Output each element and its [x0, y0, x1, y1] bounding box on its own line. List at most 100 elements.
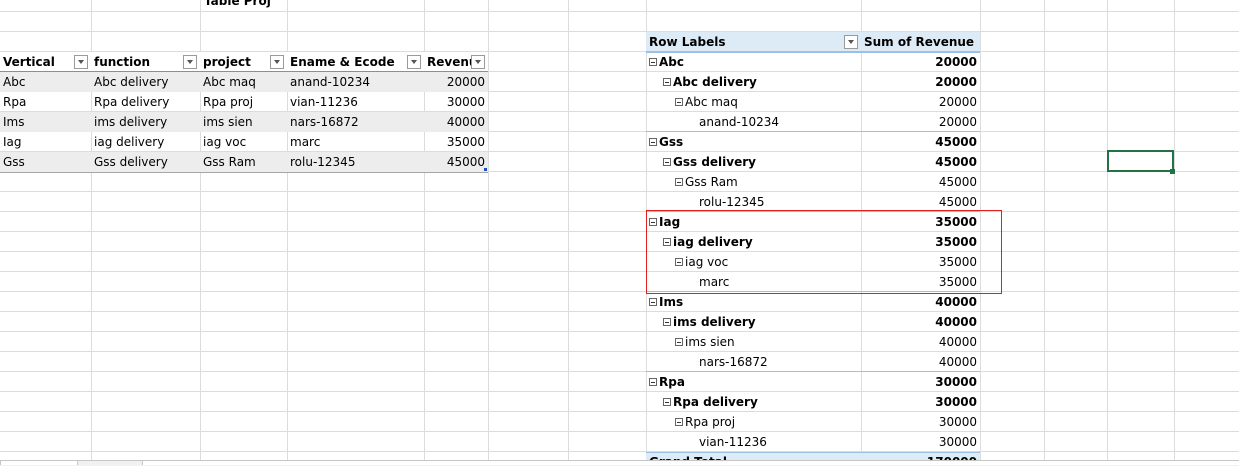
filter-dropdown-icon[interactable]	[270, 55, 284, 69]
grid-row-line	[0, 271, 1239, 272]
table-cell[interactable]: ims delivery	[91, 112, 200, 132]
table-cell[interactable]: 40000	[424, 112, 488, 132]
sheet-tab[interactable]	[0, 461, 78, 465]
collapse-minus-icon[interactable]	[675, 337, 683, 346]
table-resize-handle[interactable]	[484, 168, 487, 171]
table-cell[interactable]: Iag	[0, 132, 91, 152]
grid-row-line	[0, 411, 1239, 412]
table-header-label: Vertical	[3, 55, 55, 69]
pivot-row-label[interactable]: Abc	[646, 52, 861, 72]
table-caption: Table Proj	[204, 0, 271, 8]
pivot-row-label[interactable]: Abc delivery	[646, 72, 861, 92]
table-header-3[interactable]: Ename & Ecode	[287, 52, 424, 72]
table-cell[interactable]: 30000	[424, 92, 488, 112]
collapse-minus-icon[interactable]	[649, 297, 657, 306]
pivot-row-value[interactable]: 30000	[861, 432, 980, 452]
table-cell[interactable]: 45000	[424, 152, 488, 172]
table-cell[interactable]: vian-11236	[287, 92, 424, 112]
pivot-row-value[interactable]: 40000	[861, 312, 980, 332]
table-cell[interactable]: nars-16872	[287, 112, 424, 132]
collapse-minus-icon[interactable]	[649, 137, 657, 146]
pivot-row-value[interactable]: 20000	[861, 92, 980, 112]
pivot-row-label[interactable]: Rpa	[646, 372, 861, 392]
pivot-row-value[interactable]: 45000	[861, 152, 980, 172]
table-cell[interactable]: Abc maq	[200, 72, 287, 92]
pivot-row-label[interactable]: Ims	[646, 292, 861, 312]
horizontal-scrollbar[interactable]	[142, 461, 1239, 465]
filter-dropdown-icon[interactable]	[407, 55, 421, 69]
pivot-row-label-text: rolu-12345	[699, 195, 765, 209]
table-cell[interactable]: Gss	[0, 152, 91, 172]
table-cell[interactable]: Abc	[0, 72, 91, 92]
table-cell[interactable]: rolu-12345	[287, 152, 424, 172]
table-cell[interactable]: marc	[287, 132, 424, 152]
pivot-row-label[interactable]: vian-11236	[646, 432, 861, 452]
filter-dropdown-icon[interactable]	[471, 55, 485, 69]
collapse-minus-icon[interactable]	[663, 77, 671, 86]
spreadsheet-grid[interactable]: Table Proj Vertical function project Ename …	[0, 0, 1239, 460]
pivot-grand-total-label[interactable]: Grand Total	[646, 452, 861, 460]
pivot-row-label[interactable]: Gss	[646, 132, 861, 152]
pivot-row-label-text: Rpa	[659, 375, 685, 389]
table-cell[interactable]: Abc delivery	[91, 72, 200, 92]
pivot-row-label[interactable]: ims sien	[646, 332, 861, 352]
collapse-minus-icon[interactable]	[663, 317, 671, 326]
pivot-row-labels-header[interactable]: Row Labels	[646, 32, 861, 52]
pivot-row-value[interactable]: 40000	[861, 352, 980, 372]
pivot-row-value[interactable]: 20000	[861, 72, 980, 92]
grid-row-line	[0, 351, 1239, 352]
table-cell[interactable]: Gss Ram	[200, 152, 287, 172]
table-cell[interactable]: iag delivery	[91, 132, 200, 152]
collapse-minus-icon[interactable]	[663, 157, 671, 166]
pivot-row-value[interactable]: 20000	[861, 112, 980, 132]
pivot-row-value[interactable]: 40000	[861, 332, 980, 352]
pivot-row-label[interactable]: Gss delivery	[646, 152, 861, 172]
grid-row-line	[0, 331, 1239, 332]
pivot-row-label-text: vian-11236	[699, 435, 767, 449]
table-cell[interactable]: Rpa	[0, 92, 91, 112]
table-header-label: Ename & Ecode	[290, 55, 395, 69]
pivot-row-value[interactable]: 20000	[861, 52, 980, 72]
collapse-minus-icon[interactable]	[675, 97, 683, 106]
fill-handle[interactable]	[1170, 169, 1175, 174]
table-cell[interactable]: iag voc	[200, 132, 287, 152]
pivot-row-label[interactable]: Gss Ram	[646, 172, 861, 192]
table-cell[interactable]: ims sien	[200, 112, 287, 132]
pivot-filter-dropdown-icon[interactable]	[844, 35, 858, 49]
grid-row-line	[0, 11, 1239, 12]
collapse-minus-icon[interactable]	[649, 377, 657, 386]
selected-cell[interactable]	[1107, 150, 1174, 172]
pivot-row-value[interactable]: 45000	[861, 172, 980, 192]
pivot-row-value[interactable]: 40000	[861, 292, 980, 312]
pivot-grand-total-value[interactable]: 170000	[861, 452, 980, 460]
table-cell[interactable]: Rpa delivery	[91, 92, 200, 112]
table-cell[interactable]: anand-10234	[287, 72, 424, 92]
pivot-row-label[interactable]: rolu-12345	[646, 192, 861, 212]
collapse-minus-icon[interactable]	[663, 397, 671, 406]
table-cell[interactable]: 20000	[424, 72, 488, 92]
pivot-row-value[interactable]: 30000	[861, 372, 980, 392]
pivot-row-label-text: Rpa proj	[685, 415, 736, 429]
pivot-row-value[interactable]: 45000	[861, 132, 980, 152]
filter-dropdown-icon[interactable]	[183, 55, 197, 69]
pivot-row-label[interactable]: nars-16872	[646, 352, 861, 372]
pivot-row-value[interactable]: 30000	[861, 412, 980, 432]
table-cell[interactable]: Gss delivery	[91, 152, 200, 172]
grid-row-line	[0, 291, 1239, 292]
pivot-row-value[interactable]: 45000	[861, 192, 980, 212]
pivot-row-label[interactable]: Rpa delivery	[646, 392, 861, 412]
pivot-row-label[interactable]: ims delivery	[646, 312, 861, 332]
table-cell[interactable]: Ims	[0, 112, 91, 132]
pivot-row-label[interactable]: Abc maq	[646, 92, 861, 112]
filter-dropdown-icon[interactable]	[74, 55, 88, 69]
pivot-values-header[interactable]: Sum of Revenue	[861, 32, 980, 52]
grid-row-line	[0, 451, 1239, 452]
collapse-minus-icon[interactable]	[675, 417, 683, 426]
pivot-row-value[interactable]: 30000	[861, 392, 980, 412]
collapse-minus-icon[interactable]	[649, 57, 657, 66]
pivot-row-label[interactable]: anand-10234	[646, 112, 861, 132]
collapse-minus-icon[interactable]	[675, 177, 683, 186]
table-cell[interactable]: Rpa proj	[200, 92, 287, 112]
pivot-row-label[interactable]: Rpa proj	[646, 412, 861, 432]
table-cell[interactable]: 35000	[424, 132, 488, 152]
